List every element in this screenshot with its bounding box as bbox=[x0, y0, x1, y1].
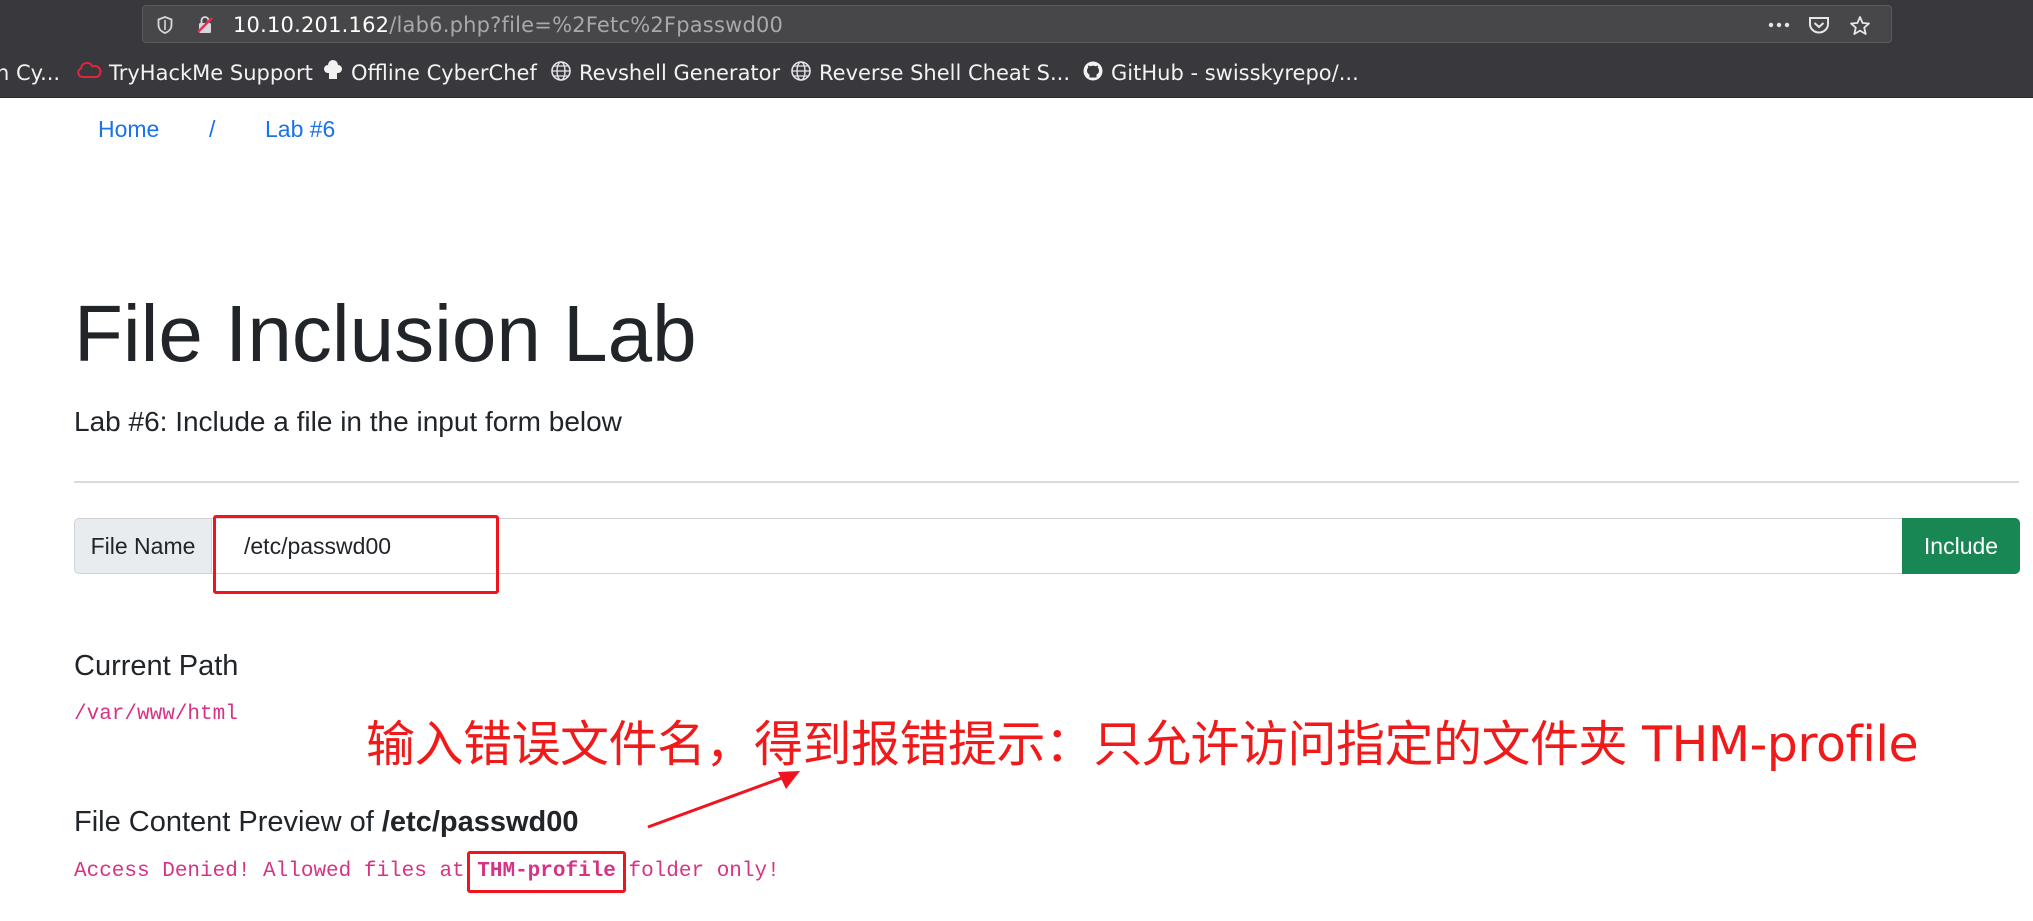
page-subtitle: Lab #6: Include a file in the input form… bbox=[74, 406, 622, 437]
bookmark-item[interactable]: Revshell Generator bbox=[550, 60, 781, 87]
breadcrumb-separator: / bbox=[209, 116, 216, 142]
url-text[interactable]: 10.10.201.162/lab6.php?file=%2Fetc%2Fpas… bbox=[233, 13, 783, 37]
bookmark-star-icon[interactable] bbox=[1849, 15, 1870, 35]
url-path: /lab6.php?file=%2Fetc%2Fpasswd00 bbox=[389, 13, 784, 37]
shield-icon[interactable] bbox=[155, 15, 175, 35]
access-denied-message: Access Denied! Allowed files at THM-prof… bbox=[74, 860, 780, 883]
message-prefix: Access Denied! Allowed files at bbox=[74, 860, 478, 883]
browser-toolbar: 10.10.201.162/lab6.php?file=%2Fetc%2Fpas… bbox=[0, 0, 2033, 48]
annotation-text: 输入错误文件名，得到报错提示：只允许访问指定的文件夹 THM-profile bbox=[366, 716, 1919, 773]
bookmarks-toolbar: n Cy... TryHackMe Support Offline CyberC… bbox=[0, 48, 2033, 98]
bookmark-label: TryHackMe Support bbox=[109, 61, 313, 85]
bookmark-item[interactable]: TryHackMe Support bbox=[76, 61, 313, 85]
preview-heading-prefix: File Content Preview of bbox=[74, 806, 382, 838]
breadcrumb-current-link[interactable]: Lab #6 bbox=[265, 116, 335, 143]
bookmark-item[interactable]: Offline CyberChef bbox=[322, 59, 537, 87]
current-path-heading: Current Path bbox=[74, 650, 239, 682]
preview-heading: File Content Preview of /etc/passwd00 bbox=[74, 806, 579, 839]
bookmark-label: GitHub - swisskyrepo/... bbox=[1111, 61, 1359, 85]
bookmark-item[interactable]: Reverse Shell Cheat S... bbox=[790, 60, 1071, 87]
include-button[interactable]: Include bbox=[1902, 518, 2020, 574]
preview-heading-file: /etc/passwd00 bbox=[381, 806, 579, 838]
message-suffix: folder only! bbox=[615, 860, 780, 883]
chef-hat-icon bbox=[322, 59, 351, 87]
pocket-icon[interactable] bbox=[1808, 15, 1829, 35]
bookmark-item[interactable]: n Cy... bbox=[0, 61, 60, 85]
current-path-value: /var/www/html bbox=[74, 703, 238, 726]
file-name-label: File Name bbox=[74, 518, 212, 574]
bookmark-label: Revshell Generator bbox=[579, 61, 781, 85]
url-host: 10.10.201.162 bbox=[233, 13, 390, 37]
globe-icon bbox=[550, 60, 579, 87]
annotation-arrow-icon bbox=[647, 771, 800, 829]
address-bar[interactable]: 10.10.201.162/lab6.php?file=%2Fetc%2Fpas… bbox=[142, 5, 1892, 43]
input-highlight-box bbox=[213, 515, 499, 594]
bookmark-label: Reverse Shell Cheat S... bbox=[819, 61, 1071, 85]
bookmark-label: Offline CyberChef bbox=[351, 61, 537, 85]
globe-icon bbox=[790, 60, 819, 87]
breadcrumb-home-link[interactable]: Home bbox=[98, 116, 159, 143]
github-icon bbox=[1082, 60, 1111, 87]
insecure-lock-icon[interactable] bbox=[195, 15, 215, 35]
divider bbox=[74, 481, 2019, 483]
folder-highlight-box bbox=[467, 851, 626, 893]
page-title: File Inclusion Lab bbox=[74, 289, 697, 378]
bookmark-label: n Cy... bbox=[0, 61, 61, 85]
tryhackme-cloud-icon bbox=[76, 61, 109, 85]
more-options-icon[interactable] bbox=[1767, 15, 1790, 35]
bookmark-item[interactable]: GitHub - swisskyrepo/... bbox=[1082, 61, 1359, 85]
